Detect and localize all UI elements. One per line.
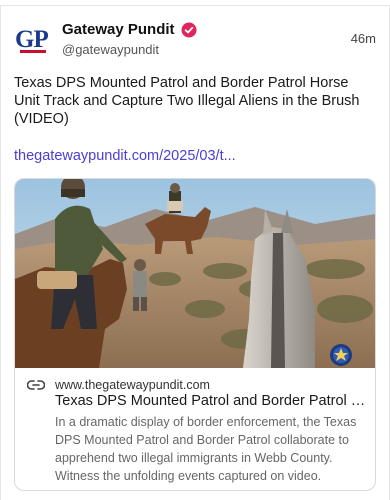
video-still-image (15, 179, 375, 368)
post-timestamp[interactable]: 46m (351, 31, 376, 46)
post-body: Texas DPS Mounted Patrol and Border Patr… (14, 75, 360, 127)
post-link[interactable]: thegatewaypundit.com/2025/03/t... (14, 148, 236, 164)
verified-badge-icon (181, 22, 197, 37)
author-name[interactable]: Gateway Pundit (62, 21, 175, 38)
post-header: GP Gateway Pundit @gatewaypundit 46m (14, 17, 376, 61)
link-preview-image[interactable] (15, 179, 375, 368)
avatar[interactable]: GP (14, 20, 52, 58)
author-handle[interactable]: @gatewaypundit (62, 42, 159, 57)
avatar-flag-stripe (20, 50, 46, 53)
link-title[interactable]: Texas DPS Mounted Patrol and Border Patr… (55, 393, 367, 409)
author-name-row: Gateway Pundit (62, 21, 197, 38)
link-description: In a dramatic display of border enforcem… (55, 415, 357, 483)
link-preview-card[interactable]: www.thegatewaypundit.com Texas DPS Mount… (14, 178, 376, 491)
link-icon (27, 380, 45, 390)
link-domain: www.thegatewaypundit.com (55, 378, 210, 392)
link-preview-meta: www.thegatewaypundit.com Texas DPS Mount… (15, 368, 375, 483)
